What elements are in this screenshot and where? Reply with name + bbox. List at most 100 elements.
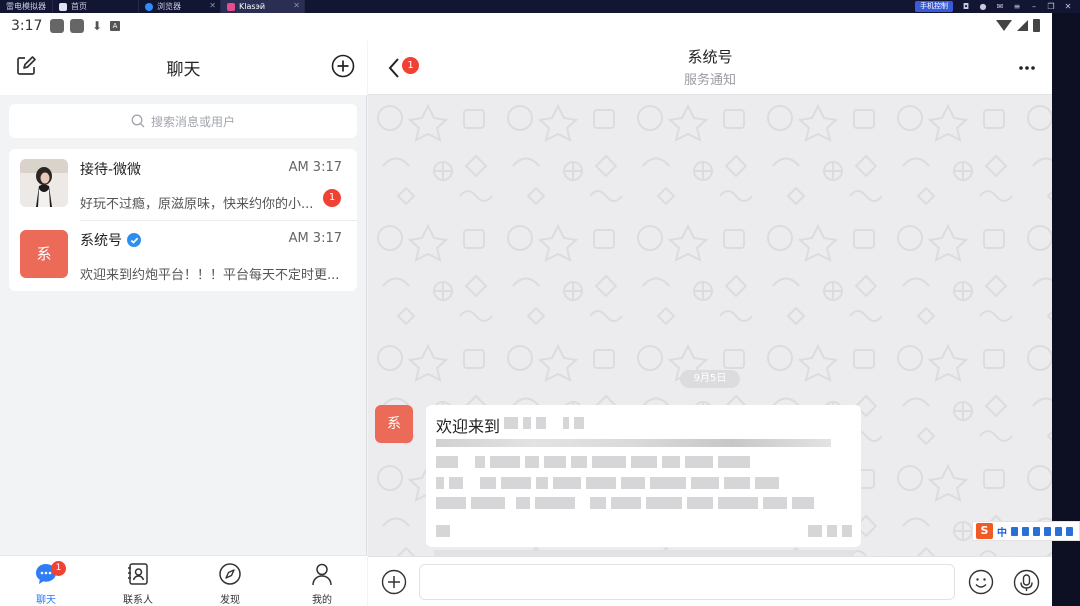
ime-logo-icon: S bbox=[976, 523, 993, 539]
nav-badge: 1 bbox=[51, 561, 66, 576]
chat-name-label: 系统号 bbox=[80, 233, 122, 249]
close-window-icon[interactable]: ✕ bbox=[1064, 2, 1072, 11]
ime-settings-icon[interactable] bbox=[1066, 526, 1073, 536]
nav-chat[interactable]: 1 聊天 bbox=[0, 556, 92, 606]
battery-icon bbox=[1033, 19, 1040, 32]
blurred-text bbox=[436, 477, 779, 489]
nav-label: 聊天 bbox=[36, 595, 56, 606]
gamepad-icon[interactable]: ◘ bbox=[962, 2, 970, 11]
ime-language-label[interactable]: 中 bbox=[997, 524, 1007, 539]
ime-grid-icon[interactable] bbox=[1044, 526, 1051, 536]
signal-icon bbox=[1017, 20, 1028, 31]
chat-time: AM 3:17 bbox=[288, 231, 342, 246]
keyboard-icon: A bbox=[110, 21, 120, 31]
close-icon[interactable]: ✕ bbox=[209, 1, 216, 10]
app-icon bbox=[227, 2, 235, 11]
conversation-title: 系统号 bbox=[687, 48, 733, 66]
download-icon: ⬇ bbox=[91, 19, 103, 33]
add-attachment-icon[interactable] bbox=[381, 569, 407, 595]
avatar: 系 bbox=[20, 230, 68, 278]
conversation-subtitle: 服务通知 bbox=[683, 73, 736, 88]
ime-mic-icon[interactable] bbox=[1022, 526, 1029, 536]
conversation-header: 1 系统号 服务通知 bbox=[368, 41, 1052, 95]
notification-app-icon bbox=[50, 19, 64, 33]
notification-app-icon bbox=[70, 19, 84, 33]
avatar bbox=[20, 159, 68, 207]
message-bubble[interactable]: 欢迎来到 bbox=[426, 405, 861, 547]
user-icon[interactable]: ● bbox=[979, 2, 987, 11]
message-input[interactable] bbox=[419, 564, 955, 600]
search-bar[interactable]: 搜索消息或用户 bbox=[9, 104, 357, 138]
chat-name: 接待-微微 bbox=[80, 159, 141, 179]
phone-screen: 3:17 ⬇ A 聊天 搜索消息或用户 接待-微微 AM 3:17 好玩不过瘾，… bbox=[0, 13, 1052, 606]
page-title: 聊天 bbox=[166, 60, 201, 80]
menu-icon[interactable]: ≡ bbox=[1013, 2, 1021, 11]
emulator-tab-label: 雷电模拟器 bbox=[6, 2, 46, 11]
verified-icon bbox=[127, 233, 141, 247]
chat-item-reception[interactable]: 接待-微微 AM 3:17 好玩不过瘾，原滋原味，快来约你的小... 1 bbox=[9, 149, 357, 221]
add-icon[interactable] bbox=[331, 54, 355, 78]
chat-list: 接待-微微 AM 3:17 好玩不过瘾，原滋原味，快来约你的小... 1 系 系… bbox=[9, 149, 357, 291]
blurred-text bbox=[808, 525, 852, 537]
date-separator: 9月5日 bbox=[680, 370, 740, 388]
ime-punctuation-icon[interactable] bbox=[1011, 526, 1018, 536]
ime-skin-icon[interactable] bbox=[1055, 526, 1062, 536]
ime-keyboard-icon[interactable] bbox=[1033, 526, 1040, 536]
blurred-text bbox=[504, 417, 584, 429]
microphone-icon[interactable] bbox=[1013, 569, 1040, 596]
ime-toolbar[interactable]: S 中 bbox=[972, 521, 1080, 541]
emulator-tab-label: 浏览器 bbox=[157, 2, 181, 11]
chat-name: 系统号 bbox=[80, 230, 141, 250]
blurred-text bbox=[436, 525, 450, 537]
emulator-controls: 手机控制 ◘ ● ✉ ≡ – ❐ ✕ bbox=[915, 0, 1080, 13]
chat-list-header: 聊天 bbox=[0, 41, 367, 95]
emulator-tab-label: 首页 bbox=[71, 2, 87, 11]
notification-icons: ⬇ A bbox=[50, 19, 120, 33]
emulator-tab-home[interactable]: 首页 bbox=[53, 0, 139, 13]
compass-icon bbox=[219, 563, 241, 585]
search-icon bbox=[131, 114, 145, 128]
nav-contacts[interactable]: 联系人 bbox=[92, 556, 184, 606]
contacts-icon bbox=[128, 563, 148, 585]
phone-control-button[interactable]: 手机控制 bbox=[915, 1, 953, 12]
search-placeholder: 搜索消息或用户 bbox=[150, 114, 235, 129]
emulator-tab-label: Klasэй bbox=[239, 2, 266, 11]
message-input-bar bbox=[368, 556, 1052, 606]
bottom-nav: 1 聊天 联系人 发现 我的 bbox=[0, 555, 367, 606]
minimize-icon[interactable]: – bbox=[1030, 2, 1038, 11]
conversation-panel: 1 系统号 服务通知 9月5日 系 欢迎来到 bbox=[368, 41, 1052, 606]
browser-icon bbox=[145, 2, 153, 11]
home-icon bbox=[59, 2, 67, 11]
status-bar: 3:17 ⬇ A bbox=[0, 13, 1052, 41]
screen: 雷电模拟器 首页 浏览器 ✕ Klasэй ✕ 手机控制 ◘ ● ✉ ≡ – ❐… bbox=[0, 0, 1080, 606]
emulator-tab-home-app[interactable]: 雷电模拟器 bbox=[0, 0, 53, 13]
chat-time: AM 3:17 bbox=[288, 160, 342, 175]
status-time: 3:17 bbox=[11, 18, 43, 34]
restore-icon[interactable]: ❐ bbox=[1047, 2, 1055, 11]
emulator-tab-app[interactable]: Klasэй ✕ bbox=[221, 0, 305, 13]
emulator-tab-bar: 雷电模拟器 首页 浏览器 ✕ Klasэй ✕ 手机控制 ◘ ● ✉ ≡ – ❐… bbox=[0, 0, 1080, 13]
nav-label: 发现 bbox=[220, 595, 240, 606]
emoji-icon[interactable] bbox=[968, 569, 994, 595]
profile-icon bbox=[312, 563, 332, 586]
nav-profile[interactable]: 我的 bbox=[276, 556, 368, 606]
chat-item-system[interactable]: 系 系统号 AM 3:17 欢迎来到约炮平台！！！平台每天不定时更... bbox=[9, 220, 357, 291]
close-icon[interactable]: ✕ bbox=[293, 1, 300, 10]
emulator-side-strip bbox=[1052, 13, 1080, 606]
nav-label: 联系人 bbox=[123, 595, 153, 606]
message-avatar[interactable]: 系 bbox=[375, 405, 413, 443]
blurred-text bbox=[436, 456, 750, 468]
system-icons bbox=[996, 19, 1040, 32]
wifi-icon bbox=[996, 20, 1012, 31]
message-text: 欢迎来到 bbox=[436, 417, 501, 436]
mail-icon[interactable]: ✉ bbox=[996, 2, 1004, 11]
nav-discover[interactable]: 发现 bbox=[184, 556, 276, 606]
chat-name-label: 接待-微微 bbox=[80, 162, 142, 178]
blurred-text bbox=[436, 497, 814, 509]
chat-list-panel: 聊天 搜索消息或用户 接待-微微 AM 3:17 好玩不过瘾，原滋原味，快来约你… bbox=[0, 41, 367, 606]
chat-preview: 好玩不过瘾，原滋原味，快来约你的小... bbox=[80, 197, 314, 212]
blurred-text bbox=[436, 439, 831, 447]
unread-badge: 1 bbox=[323, 189, 341, 207]
more-icon[interactable] bbox=[1018, 65, 1036, 71]
emulator-tab-browser[interactable]: 浏览器 ✕ bbox=[139, 0, 221, 13]
